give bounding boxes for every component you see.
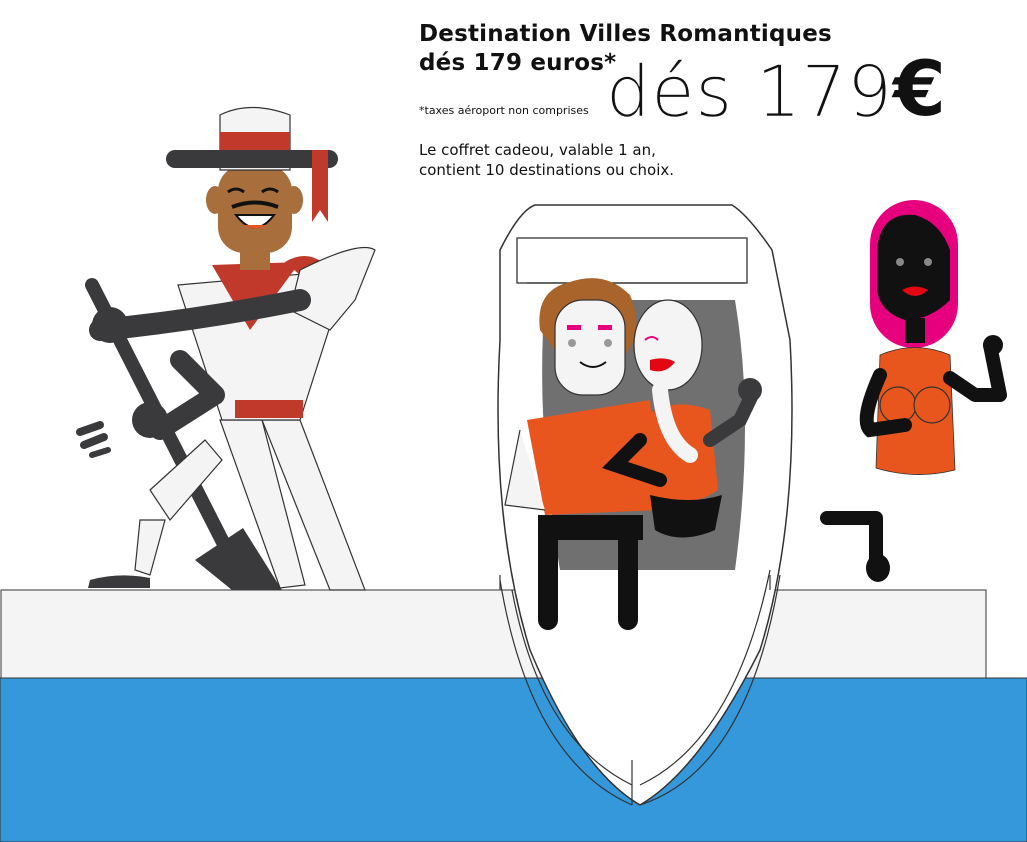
water (0, 677, 1027, 842)
woman-figure (820, 200, 1007, 582)
euro-symbol: € (893, 44, 946, 133)
title-line-1: Destination Villes Romantiques (419, 21, 832, 47)
gift-line-1: Le coffret cadeou, valable 1 an, (419, 141, 656, 159)
gondolier-figure (76, 106, 376, 591)
big-price: dés 179 (606, 51, 893, 133)
gift-line-2: contient 10 destinations ou choix. (419, 161, 675, 179)
taxes-note: *taxes aéroport non comprises (419, 104, 589, 117)
gift-description: Le coffret cadeou, valable 1 an, contien… (419, 140, 674, 180)
dock (0, 589, 987, 681)
